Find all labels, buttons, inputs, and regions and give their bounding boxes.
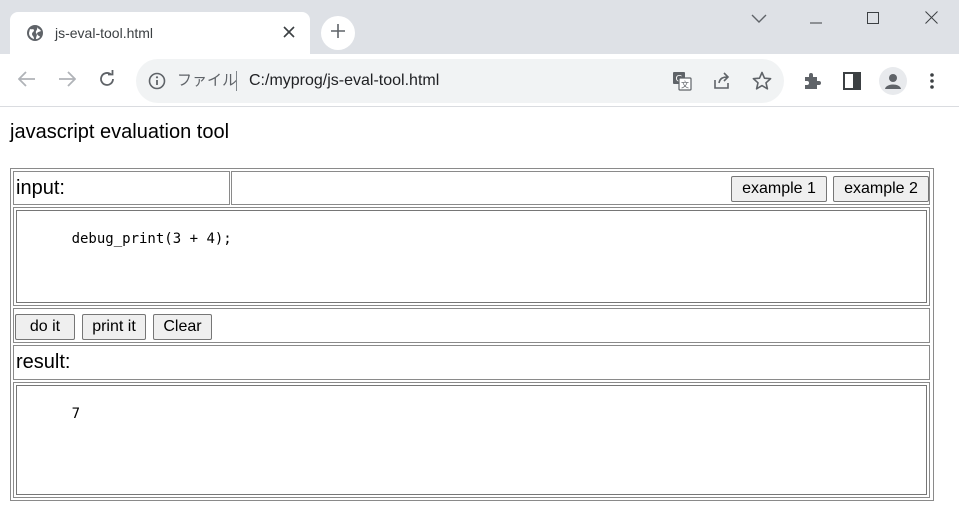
result-label: result: [16,351,71,373]
browser-tab[interactable]: js-eval-tool.html [10,12,310,54]
svg-text:文: 文 [681,80,689,90]
reload-button[interactable] [90,64,124,98]
maximize-button[interactable] [850,6,896,34]
input-label: input: [16,177,65,199]
do-it-button[interactable]: do it [15,314,75,340]
example-1-button[interactable]: example 1 [731,176,827,202]
eval-table: input: example 1 example 2 debug_print(3… [10,168,934,501]
browser-titlebar: js-eval-tool.html [0,0,959,54]
result-label-cell: result: [13,345,930,380]
input-textarea[interactable]: debug_print(3 + 4); [16,210,927,303]
puzzle-icon[interactable] [797,66,827,96]
page-title: javascript evaluation tool [10,121,230,143]
address-separator [236,71,237,91]
scheme-label: ファイル [177,72,238,89]
resize-grip-icon[interactable] [915,291,925,301]
plus-icon [330,23,346,44]
tab-search-button[interactable] [736,6,782,34]
result-cell: 7 [13,382,930,498]
resize-grip-icon[interactable] [915,483,925,493]
examples-cell: example 1 example 2 [231,171,930,205]
share-icon[interactable] [708,67,736,95]
chevron-down-icon [751,11,767,29]
print-it-button[interactable]: print it [82,314,146,340]
tab-title: js-eval-tool.html [55,25,154,41]
forward-button[interactable] [50,64,84,98]
clear-button[interactable]: Clear [153,314,212,340]
globe-icon [26,24,44,42]
url-text[interactable]: C:/myprog/js-eval-tool.html [249,71,439,91]
close-icon [924,11,938,29]
maximize-icon [867,11,879,29]
close-window-button[interactable] [908,6,954,34]
address-bar[interactable]: ファイル C:/myprog/js-eval-tool.html G 文 [136,59,784,103]
minimize-button[interactable] [793,6,839,34]
new-tab-button[interactable] [321,16,355,50]
back-arrow-icon [17,70,36,92]
browser-toolbar: ファイル C:/myprog/js-eval-tool.html G 文 [0,54,959,107]
input-cell: debug_print(3 + 4); [13,207,930,306]
reload-icon [98,69,116,93]
star-icon[interactable] [748,67,776,95]
side-panel-icon[interactable] [837,66,867,96]
input-label-cell: input: [13,171,230,205]
info-icon[interactable] [148,72,166,90]
input-code: debug_print(3 + 4); [71,231,232,247]
close-icon[interactable] [279,22,299,42]
example-2-button[interactable]: example 2 [833,176,929,202]
translate-icon[interactable]: G 文 [668,67,696,95]
avatar-icon[interactable] [879,67,907,95]
minimize-icon [810,11,822,29]
actions-cell: do it print it Clear [13,308,930,343]
forward-arrow-icon [58,70,77,92]
back-button[interactable] [10,64,44,98]
result-text: 7 [71,406,81,422]
result-textarea[interactable]: 7 [16,385,927,495]
kebab-menu-icon[interactable] [917,66,947,96]
